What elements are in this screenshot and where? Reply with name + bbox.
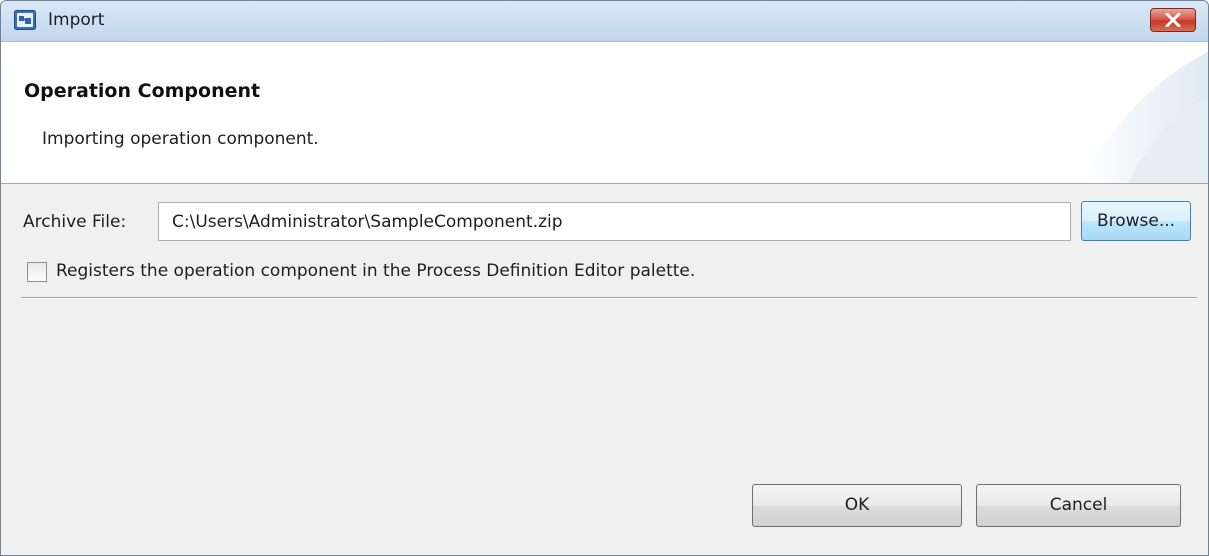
browse-button[interactable]: Browse...	[1081, 201, 1191, 241]
archive-file-label: Archive File:	[23, 212, 127, 232]
banner-decoration	[1078, 52, 1208, 183]
title-bar[interactable]: Import	[1, 1, 1208, 42]
archive-file-input[interactable]	[158, 202, 1071, 241]
close-icon	[1165, 13, 1181, 27]
window-title: Import	[48, 10, 105, 30]
app-icon	[14, 10, 36, 30]
page-description: Importing operation component.	[42, 129, 319, 149]
register-palette-label[interactable]: Registers the operation component in the…	[56, 261, 695, 281]
page-title: Operation Component	[24, 80, 261, 102]
header-banner: Operation Component Importing operation …	[1, 42, 1208, 184]
cancel-button[interactable]: Cancel	[976, 484, 1181, 527]
register-palette-checkbox[interactable]	[27, 262, 47, 282]
import-dialog: Import Operation Component Importing ope…	[0, 0, 1209, 556]
close-button[interactable]	[1150, 8, 1196, 32]
ok-button[interactable]: OK	[752, 484, 962, 527]
separator	[21, 297, 1197, 299]
